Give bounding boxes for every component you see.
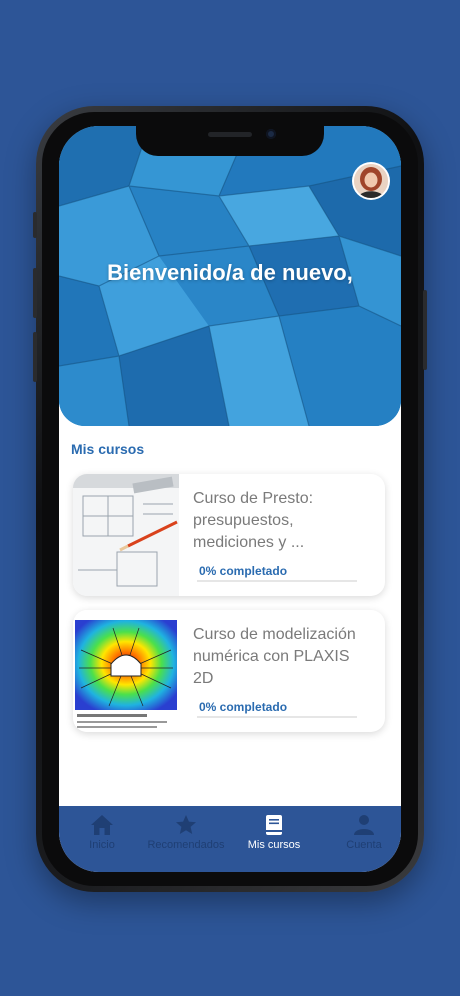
nav-label-recomendados: Recomendados [147, 839, 225, 851]
nav-label-mis-cursos: Mis cursos [247, 839, 301, 851]
speaker-grille [208, 132, 252, 137]
star-icon [176, 815, 196, 834]
home-icon [91, 815, 113, 835]
nav-item-cuenta[interactable]: Cuenta [321, 814, 401, 851]
course-title: Curso de Presto: presupuestos, medicione… [193, 490, 314, 551]
user-icon [354, 815, 374, 835]
volume-down-button [33, 332, 37, 382]
mute-switch [33, 212, 37, 238]
volume-up-button [33, 268, 37, 318]
avatar-portrait-icon [354, 164, 388, 198]
front-camera [266, 129, 276, 139]
profile-avatar[interactable] [354, 164, 388, 198]
stress-plot-image-icon [73, 610, 179, 732]
book-icon [266, 815, 282, 835]
course-card[interactable]: Curso de Presto: presupuestos, medicione… [73, 474, 385, 596]
course-thumbnail-presto [73, 474, 179, 596]
course-progress-label: 0% completado [199, 564, 288, 578]
blueprint-image-icon [73, 474, 179, 596]
welcome-message: Bienvenido/a de nuevo, [107, 260, 353, 285]
course-title: Curso de modelización numérica con PLAXI… [193, 626, 356, 687]
nav-item-recomendados[interactable]: Recomendados [143, 814, 229, 851]
app-screen: Bienvenido/a de nuevo, Mis cursos Curso … [59, 126, 401, 872]
power-button [423, 290, 427, 370]
bottom-navigation: Inicio Recomendados Mis cursos Cuenta [59, 806, 401, 872]
course-progress-bar [197, 580, 357, 582]
course-progress-label: 0% completado [199, 700, 288, 714]
nav-label-cuenta: Cuenta [346, 839, 382, 851]
section-title: Mis cursos [71, 441, 145, 457]
course-thumbnail-plaxis [73, 610, 179, 732]
notch [136, 122, 324, 156]
course-card[interactable]: Curso de modelización numérica con PLAXI… [73, 610, 385, 732]
header-banner: Bienvenido/a de nuevo, [59, 126, 401, 426]
nav-item-inicio[interactable]: Inicio [59, 814, 145, 851]
nav-label-inicio: Inicio [89, 839, 115, 851]
nav-item-mis-cursos[interactable]: Mis cursos [231, 814, 317, 851]
course-progress-bar [197, 716, 357, 718]
